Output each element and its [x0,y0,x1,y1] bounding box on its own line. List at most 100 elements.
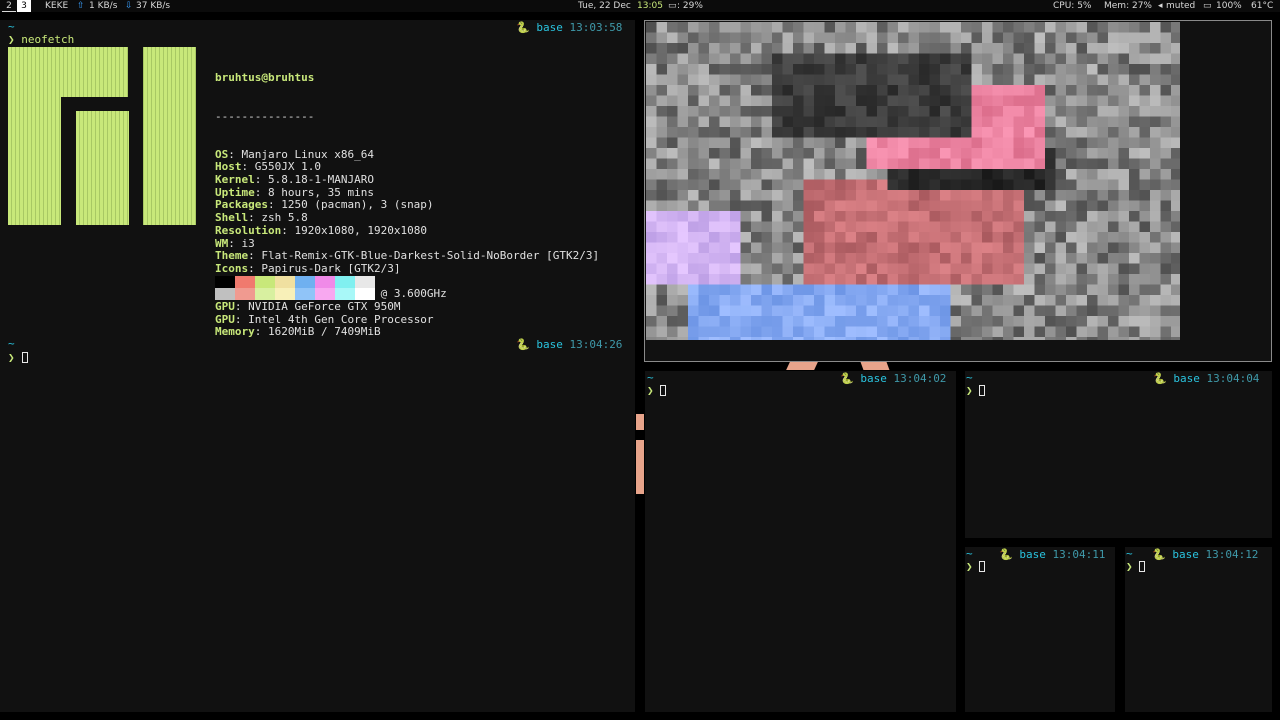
palette-swatch [235,276,255,288]
palette-swatch [255,288,275,300]
palette-swatch [235,288,255,300]
colon: : [241,160,255,174]
disk-usage: : 29% [677,1,703,11]
pixelated-image [646,22,1180,340]
python-icon: 🐍 [999,548,1013,561]
text-cursor [660,385,666,396]
wallpaper-fragment [636,440,644,494]
neofetch-row: Resolution: 1920x1080, 1920x1080 [215,223,599,238]
palette-swatch [275,276,295,288]
palette-swatch [215,276,235,288]
terminal-pane[interactable]: ~ 🐍 base 13:04:04 ❯ [965,371,1272,538]
neofetch-key: Kernel [215,173,255,187]
prompt-time: 13:04:26 [569,338,623,351]
cwd-label: ~ [647,371,654,384]
neofetch-value: zsh 5.8 [261,211,308,225]
neofetch-info: bruhtus@bruhtus --------------- OS: Manj… [215,47,599,352]
palette-swatch [315,276,335,288]
battery-level: 100% [1216,1,1242,11]
neofetch-value: Intel 4th Gen Core Processor [248,312,434,326]
text-cursor [979,385,985,396]
text-cursor [1139,561,1145,572]
workspace-button-2[interactable]: 2 [2,0,16,12]
neofetch-key: Icons [215,261,249,275]
terminal-pane[interactable]: ~ 🐍 base 13:04:02 ❯ [645,371,956,712]
palette-swatch [355,288,375,300]
manjaro-logo [8,47,196,225]
neofetch-value: G550JX 1.0 [254,160,321,174]
neofetch-value: Manjaro Linux x86_64 [241,147,374,161]
cwd-label: ~ [8,337,15,350]
conda-env: base [536,338,563,351]
python-icon: 🐍 [840,372,854,385]
image-viewer[interactable] [644,20,1272,362]
palette-swatch [215,288,235,300]
terminal-pane[interactable]: ~ 🐍 base 13:04:12 ❯ [1125,547,1272,712]
download-speed: 37 KB/s [136,1,171,11]
prompt-time: 13:04:12 [1205,548,1259,561]
colon: : [248,211,262,225]
prompt-symbol: ❯ [8,351,15,364]
text-cursor [22,352,28,363]
prompt-symbol: ❯ [647,384,654,397]
cwd-label: ~ [1126,547,1133,560]
prompt-time: 13:04:04 [1206,372,1260,385]
colon: : [254,173,268,187]
window-title: KEKE [45,1,69,11]
disk-icon: ▭ [668,1,677,11]
cpu-usage: CPU: 5% [1053,1,1092,11]
text-cursor [979,561,985,572]
palette-swatch [255,276,275,288]
colon: : [248,261,262,275]
palette-swatch [355,276,375,288]
clock: 13:05 [637,1,663,11]
prompt-status: 🐍 base 13:03:58 [516,21,622,35]
colon: : [234,312,249,326]
python-icon: 🐍 [516,21,530,34]
color-palette [215,276,375,300]
neofetch-value: i3 [241,236,255,250]
wallpaper-fragment [786,362,818,370]
date: Tue, 22 Dec [578,1,631,11]
prompt-time: 13:04:02 [893,372,947,385]
neofetch-key: GPU [215,300,235,314]
conda-env: base [860,372,887,385]
wallpaper-fragment [860,362,890,370]
neofetch-key: Host [215,160,242,174]
colon: : [267,198,282,212]
colon: : [234,300,249,314]
prompt-status: 🐍 base 13:04:12 [1152,548,1258,561]
cwd-label: ~ [8,20,15,33]
neofetch-value: NVIDIA GeForce GTX 950M [248,300,401,314]
prompt-status: 🐍 base 13:04:02 [840,372,946,385]
colon: : [254,185,268,199]
colon: : [228,147,242,161]
palette-swatch [335,276,355,288]
battery-icon: ▭ [1203,1,1212,11]
volume-status[interactable]: muted [1166,0,1195,12]
neofetch-key: GPU [215,312,235,326]
separator: --------------- [215,109,315,123]
terminal-pane[interactable]: ~ 🐍 base 13:04:11 ❯ [965,547,1115,712]
conda-env: base [1173,372,1200,385]
neofetch-key: Memory [215,325,255,339]
volume-icon[interactable]: ◂ [1158,0,1163,12]
prompt-time: 13:04:11 [1052,548,1106,561]
palette-swatch [335,288,355,300]
neofetch-value: 1250 (pacman), 3 (snap) [281,198,434,212]
colon: : [281,223,295,237]
conda-env: base [1172,548,1199,561]
command-line: ❯ neofetch [8,33,75,46]
colon: : [248,249,262,263]
prompt-symbol: ❯ [966,384,973,397]
colon: : [228,236,242,250]
prompt-symbol: ❯ [966,560,973,573]
cwd-label: ~ [966,547,973,560]
neofetch-value: 1620MiB / 7409MiB [268,325,381,339]
cwd-label: ~ [966,371,973,384]
workspace-button-3[interactable]: 3 [17,0,31,12]
neofetch-value: 1920x1080, 1920x1080 [294,223,427,237]
neofetch-value: Papirus-Dark [GTK2/3] [261,261,401,275]
user-host: bruhtus@bruhtus [215,71,315,85]
colon: : [254,325,268,339]
